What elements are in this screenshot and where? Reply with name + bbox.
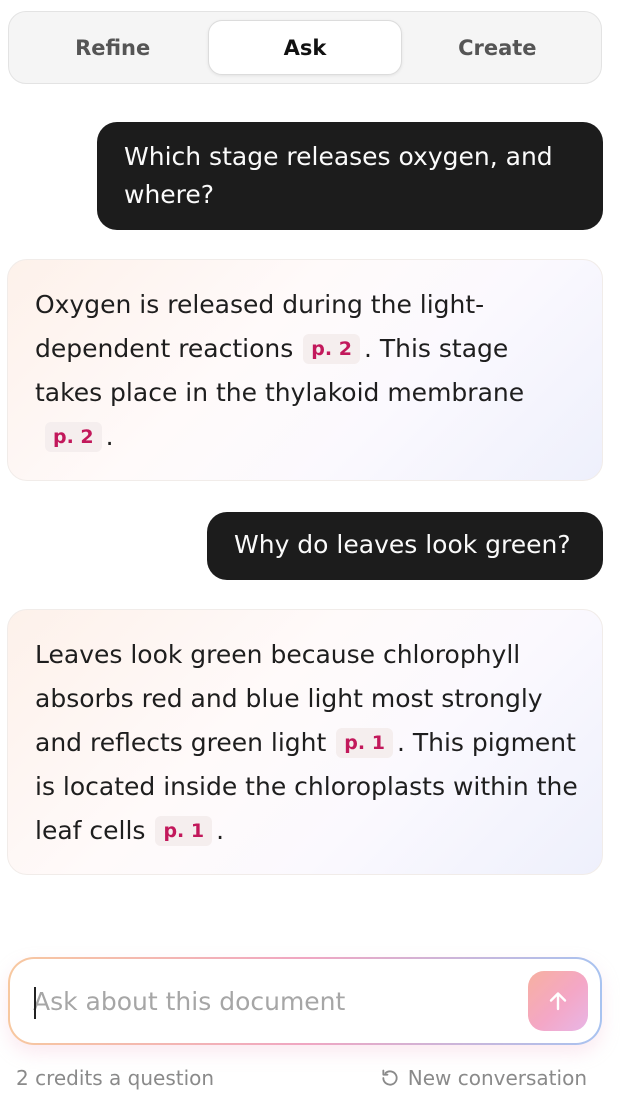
new-conversation-button[interactable]: New conversation	[380, 1066, 587, 1090]
text-caret	[34, 987, 36, 1019]
citation-chip[interactable]: p. 1	[155, 816, 213, 846]
citation-chip[interactable]: p. 2	[45, 422, 102, 452]
send-button[interactable]	[528, 971, 588, 1031]
user-message: Which stage releases oxygen, and where?	[97, 122, 603, 230]
citation-chip[interactable]: p. 1	[336, 728, 393, 758]
answer-text: .	[105, 422, 114, 451]
assistant-message: Leaves look green because chlorophyll ab…	[7, 609, 603, 875]
user-message: Why do leaves look green?	[207, 512, 603, 580]
composer	[8, 957, 602, 1045]
tab-refine[interactable]: Refine	[17, 20, 208, 75]
question-input[interactable]	[33, 959, 513, 1043]
arrow-up-icon	[549, 992, 567, 1011]
tab-create[interactable]: Create	[402, 20, 593, 75]
answer-text: .	[216, 816, 225, 845]
tab-ask[interactable]: Ask	[208, 20, 402, 75]
citation-chip[interactable]: p. 2	[303, 334, 360, 364]
mode-tabs: Refine Ask Create	[8, 11, 602, 84]
chat-page: Refine Ask Create Which stage releases o…	[0, 0, 620, 1110]
credits-note: 2 credits a question	[16, 1066, 215, 1090]
new-conversation-label: New conversation	[407, 1066, 587, 1090]
composer-inner	[10, 959, 600, 1043]
rotate-ccw-icon	[382, 1069, 398, 1086]
assistant-message: Oxygen is released during the light-depe…	[7, 259, 603, 481]
